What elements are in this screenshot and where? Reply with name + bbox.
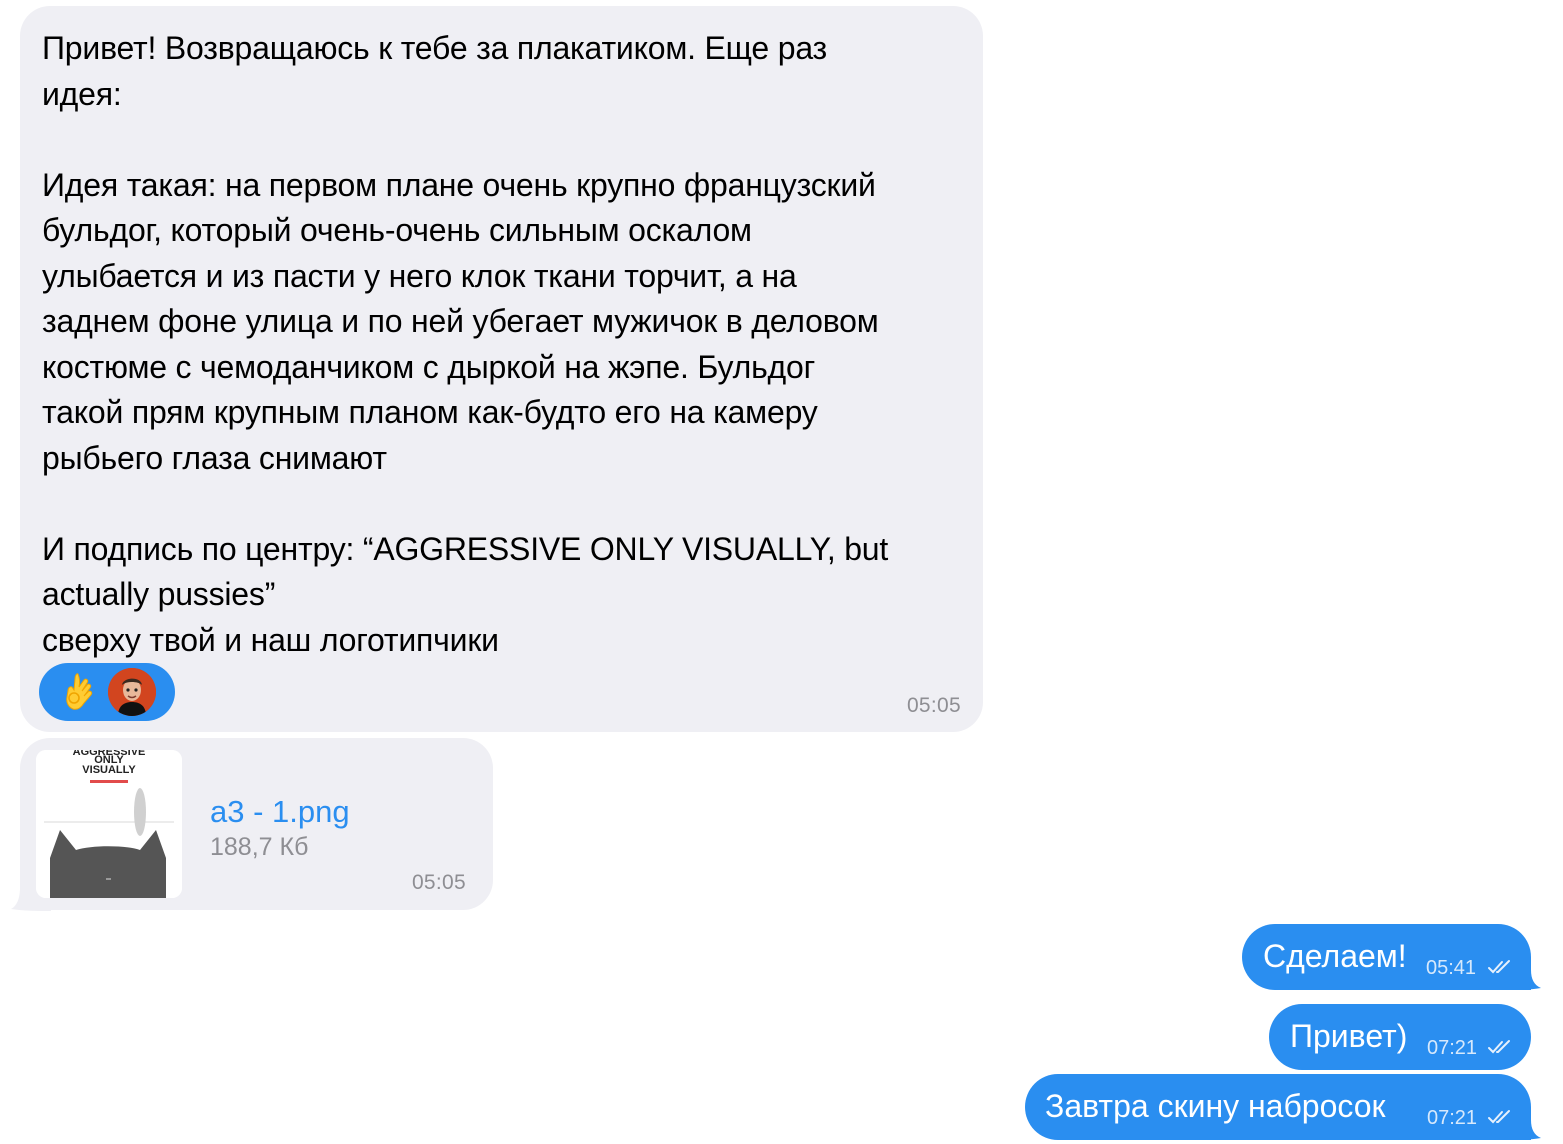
double-check-icon [1488,1040,1510,1054]
double-check-icon [1488,1110,1510,1124]
ok-hand-emoji-icon [66,673,93,710]
double-check-icon [1488,960,1510,974]
message-text: Сделаем! [1263,938,1407,974]
message-time: 07:21 [1427,1037,1478,1059]
message-time: 07:21 [1427,1107,1478,1129]
thumb-text-line: VISUALLY [82,764,136,776]
outgoing-message[interactable]: Завтра скину набросок 07:21 [1025,1074,1531,1140]
reactions-pill[interactable] [39,663,175,721]
file-size: 188,7 Кб [210,833,309,861]
message-text: Завтра скину набросок [1045,1088,1386,1124]
message-time: 05:05 [906,694,961,717]
message-time: 05:41 [1426,957,1477,979]
outgoing-message[interactable]: Привет) 07:21 [1269,1004,1531,1070]
incoming-message[interactable]: Привет! Возвращаюсь к тебе за плакатиком… [20,6,983,732]
message-text: Привет) [1290,1018,1408,1054]
message-time: 05:05 [411,871,466,894]
user-avatar-icon [108,668,156,716]
message-text: Привет! Возвращаюсь к тебе за плакатиком… [42,30,889,658]
chat-history: Привет! Возвращаюсь к тебе за плакатиком… [0,0,1563,1144]
outgoing-message[interactable]: Сделаем! 05:41 [1242,924,1531,990]
file-name-link[interactable]: a3 - 1.png [210,794,350,830]
incoming-file-message[interactable]: AGGRESSIVE ONLY VISUALLY a3 - 1.png 188,… [20,738,493,910]
file-thumbnail[interactable]: AGGRESSIVE ONLY VISUALLY [36,750,182,898]
